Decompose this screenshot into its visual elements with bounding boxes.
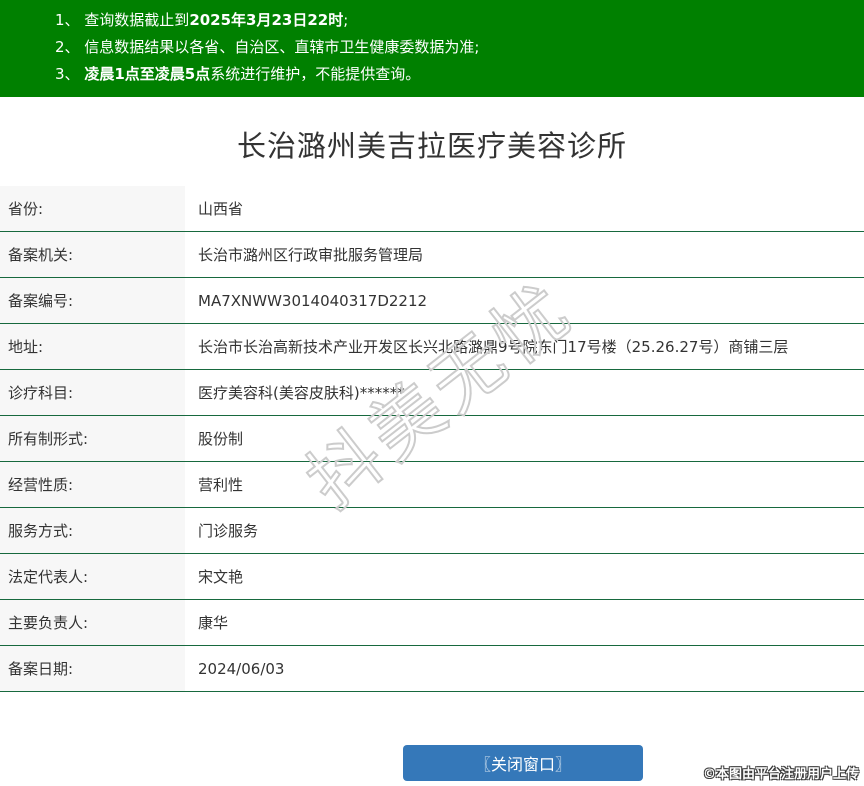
record-row-legal-representative: 法定代表人: 宋文艳: [0, 554, 864, 600]
field-value: 山西省: [198, 200, 244, 218]
notice-3-bold: 凌晨1点至凌晨5点: [84, 65, 211, 83]
field-label: 诊疗科目:: [0, 370, 185, 415]
field-label: 备案机关:: [0, 232, 185, 277]
photo-credit-watermark: ©本图由平台注册用户上传: [702, 767, 859, 782]
field-label: 地址:: [0, 324, 185, 369]
record-row-record-date: 备案日期: 2024/06/03: [0, 646, 864, 692]
field-value: 2024/06/03: [198, 659, 285, 678]
notice-1-bold: 2025年3月23日22时: [189, 11, 344, 29]
field-value: 康华: [198, 614, 229, 632]
close-window-button[interactable]: 〖关闭窗口〗: [403, 745, 643, 781]
field-value: 门诊服务: [198, 522, 259, 540]
field-label: 省份:: [0, 186, 185, 231]
field-label: 备案编号:: [0, 278, 185, 323]
field-label: 法定代表人:: [0, 554, 185, 599]
record-row-authority: 备案机关: 长治市潞州区行政审批服务管理局: [0, 232, 864, 278]
notice-1-text: 1、 查询数据截止到: [55, 11, 190, 29]
record-row-ownership: 所有制形式: 股份制: [0, 416, 864, 462]
field-value: 长治市潞州区行政审批服务管理局: [198, 246, 424, 264]
notice-2-text: 2、 信息数据结果以各省、自治区、直辖市卫生健康委数据为准;: [55, 38, 480, 56]
record-row-record-number: 备案编号: MA7XNWW3014040317D2212: [0, 278, 864, 324]
field-value: 宋文艳: [198, 568, 244, 586]
registration-detail-page: 1、 查询数据截止到2025年3月23日22时; 2、 信息数据结果以各省、自治…: [0, 0, 864, 786]
notice-1-suffix: ;: [343, 11, 349, 29]
notice-3-suffix: 系统进行维护，不能提供查询。: [210, 65, 421, 83]
field-value: 医疗美容科(美容皮肤科)******: [198, 384, 405, 402]
notice-line-2: 2、 信息数据结果以各省、自治区、直辖市卫生健康委数据为准;: [55, 34, 844, 61]
field-label: 备案日期:: [0, 646, 185, 691]
field-value: 股份制: [198, 430, 244, 448]
field-value: MA7XNWW3014040317D2212: [198, 291, 428, 310]
record-row-address: 地址: 长治市长治高新技术产业开发区长兴北路潞鼎9号院东门17号楼（25.26.…: [0, 324, 864, 370]
field-value: 营利性: [198, 476, 244, 494]
field-label: 服务方式:: [0, 508, 185, 553]
record-row-main-person-in-charge: 主要负责人: 康华: [0, 600, 864, 646]
record-row-province: 省份: 山西省: [0, 186, 864, 232]
field-label: 主要负责人:: [0, 600, 185, 645]
notice-banner: 1、 查询数据截止到2025年3月23日22时; 2、 信息数据结果以各省、自治…: [0, 0, 864, 97]
notice-line-3: 3、 凌晨1点至凌晨5点系统进行维护，不能提供查询。: [55, 61, 844, 88]
field-label: 所有制形式:: [0, 416, 185, 461]
record-row-business-nature: 经营性质: 营利性: [0, 462, 864, 508]
notice-3-text: 3、: [55, 65, 85, 83]
notice-line-1: 1、 查询数据截止到2025年3月23日22时;: [55, 7, 844, 34]
record-row-service-mode: 服务方式: 门诊服务: [0, 508, 864, 554]
field-label: 经营性质:: [0, 462, 185, 507]
record-table: 省份: 山西省 备案机关: 长治市潞州区行政审批服务管理局 备案编号: MA7X…: [0, 186, 864, 692]
page-title: 长治潞州美吉拉医疗美容诊所: [236, 129, 627, 163]
record-row-treatment-subjects: 诊疗科目: 医疗美容科(美容皮肤科)******: [0, 370, 864, 416]
field-value: 长治市长治高新技术产业开发区长兴北路潞鼎9号院东门17号楼（25.26.27号）…: [198, 338, 789, 356]
